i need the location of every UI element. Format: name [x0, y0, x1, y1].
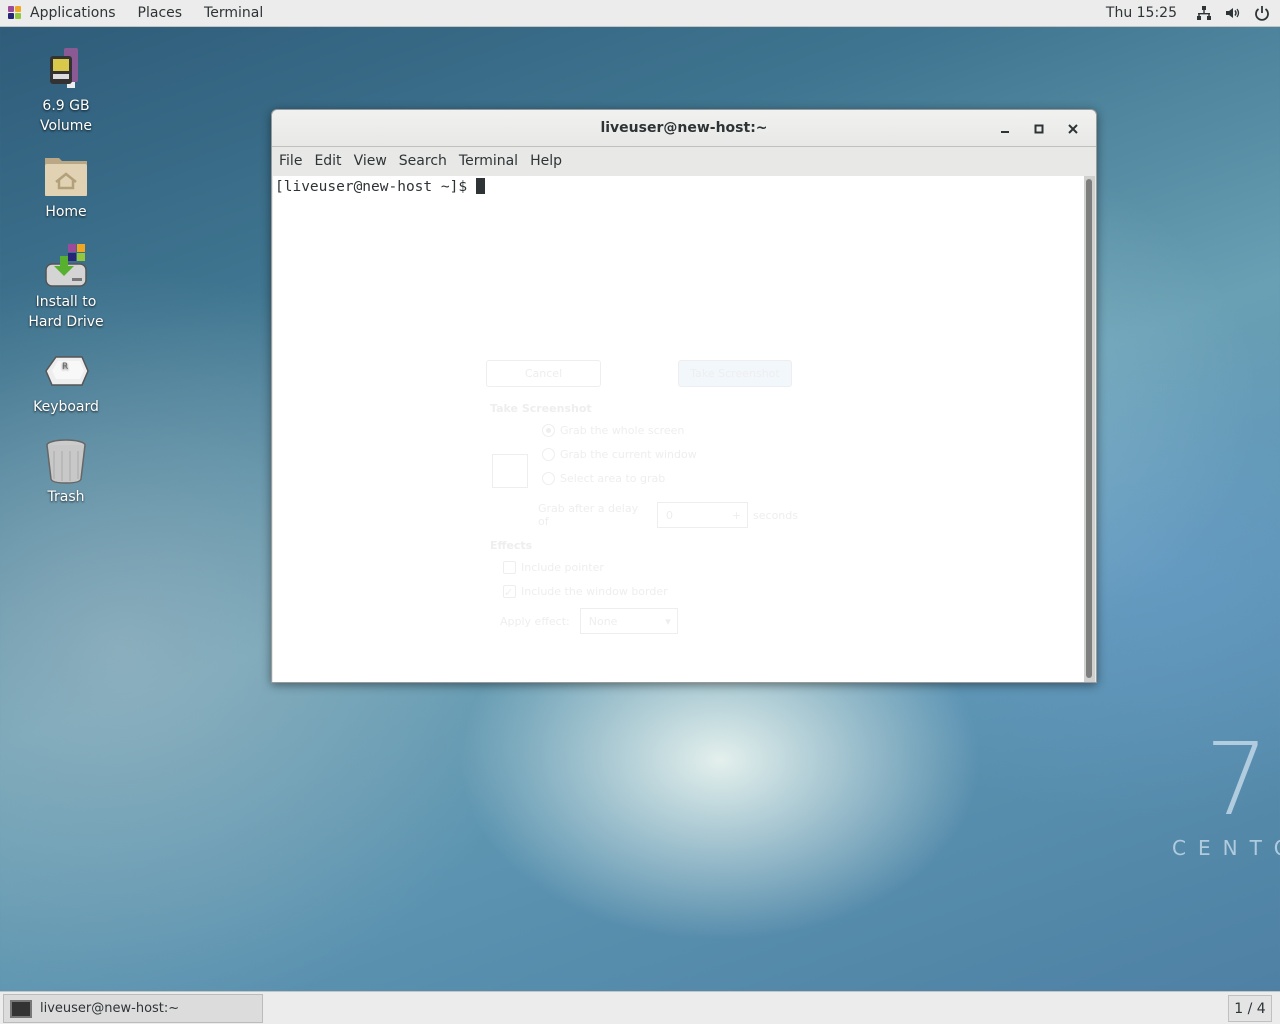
desktop-icon-home[interactable]: Home — [18, 152, 114, 222]
window-menubar: File Edit View Search Terminal Help — [272, 147, 1096, 175]
centos-wordmark: CENTO — [1172, 836, 1280, 860]
menu-file[interactable]: File — [273, 153, 308, 169]
shell-prompt: [liveuser@new-host ~]$ — [275, 179, 476, 195]
taskbar-item-label: liveuser@new-host:~ — [40, 1001, 180, 1016]
volume-icon[interactable] — [1222, 0, 1244, 27]
desktop-icon-label: 6.9 GB Volume — [39, 98, 93, 134]
desktop-icon-keyboard[interactable]: R Keyboard — [18, 347, 114, 417]
delay-value: 0 — [665, 508, 673, 522]
minimize-icon — [1001, 130, 1009, 133]
delay-unit: seconds — [753, 508, 798, 522]
minimize-button[interactable] — [988, 114, 1022, 144]
top-panel: Applications Places Terminal Thu 15:25 — [0, 0, 1280, 27]
checkbox-label: Include pointer — [521, 561, 604, 574]
menu-help[interactable]: Help — [524, 153, 568, 169]
workspace-indicator[interactable]: 1 / 4 — [1228, 995, 1272, 1022]
option-label: Grab the whole screen — [560, 424, 685, 437]
home-folder-icon — [42, 152, 90, 200]
delay-label: Grab after a delay of — [538, 502, 639, 528]
screenshot-app-icon — [492, 454, 528, 488]
take-screenshot-button[interactable]: Take Screenshot — [678, 360, 792, 387]
centos-logo-icon — [8, 6, 22, 20]
screenshot-dialog: Cancel Take Screenshot Take Screenshot G… — [480, 352, 798, 658]
menu-view[interactable]: View — [348, 153, 393, 169]
option-label: Grab the current window — [560, 448, 697, 461]
svg-text:R: R — [62, 362, 68, 372]
delay-spinner[interactable]: 0 + — [656, 502, 749, 528]
desktop-icon-label: Keyboard — [33, 399, 99, 415]
effect-dropdown[interactable]: None ▾ — [579, 608, 678, 634]
maximize-icon — [1034, 124, 1044, 133]
desktop-icon-trash[interactable]: Trash — [18, 437, 114, 507]
terminal-scrollbar[interactable] — [1084, 176, 1095, 682]
menu-terminal[interactable]: Terminal — [453, 153, 524, 169]
keyboard-icon: R — [42, 347, 90, 395]
text-cursor — [475, 178, 485, 194]
effect-value: None — [588, 614, 618, 628]
desktop-icon-label: Home — [45, 204, 87, 220]
menu-search[interactable]: Search — [393, 153, 453, 169]
desktop-icon-volume[interactable]: 6.9 GB Volume — [18, 46, 114, 136]
apply-effect-row: Apply effect: None ▾ — [500, 608, 678, 634]
window-title: liveuser@new-host:~ — [600, 120, 768, 136]
clock[interactable]: Thu 15:25 — [1106, 5, 1193, 21]
option-current-window[interactable]: Grab the current window — [542, 448, 697, 461]
power-icon[interactable] — [1251, 0, 1273, 27]
trash-icon — [42, 437, 90, 485]
window-titlebar[interactable]: liveuser@new-host:~ — [272, 110, 1096, 147]
section-title: Take Screenshot — [490, 402, 592, 415]
terminal-icon — [10, 999, 32, 1018]
increment-icon[interactable]: + — [732, 509, 741, 522]
radio-current-window[interactable] — [542, 448, 555, 461]
desktop-icon-label: Install to Hard Drive — [28, 294, 104, 330]
effects-title: Effects — [490, 539, 533, 552]
include-pointer-option[interactable]: Include pointer — [503, 561, 604, 574]
terminal-app-menu[interactable]: Terminal — [193, 0, 274, 27]
install-drive-icon — [42, 242, 90, 290]
include-border-checkbox[interactable]: ✓ — [503, 585, 516, 599]
cancel-button[interactable]: Cancel — [486, 360, 601, 387]
radio-select-area[interactable] — [542, 472, 555, 485]
usb-drive-icon — [42, 46, 90, 94]
desktop-icon-label: Trash — [47, 489, 85, 505]
apply-effect-label: Apply effect: — [500, 614, 570, 628]
option-label: Select area to grab — [560, 472, 666, 485]
network-icon[interactable] — [1193, 0, 1215, 27]
centos-version-number: 7 — [1205, 721, 1269, 838]
menu-edit[interactable]: Edit — [308, 153, 347, 169]
bottom-panel: liveuser@new-host:~ 1 / 4 — [0, 991, 1280, 1024]
delay-row: Grab after a delay of 0 + seconds — [538, 502, 798, 528]
desktop-icon-install[interactable]: Install to Hard Drive — [18, 242, 114, 332]
include-pointer-checkbox[interactable] — [503, 561, 516, 574]
taskbar-item-terminal[interactable]: liveuser@new-host:~ — [3, 994, 263, 1023]
radio-whole-screen[interactable] — [542, 424, 555, 437]
option-select-area[interactable]: Select area to grab — [542, 472, 665, 485]
scrollbar-thumb[interactable] — [1086, 179, 1092, 678]
include-border-option[interactable]: ✓ Include the window border — [503, 585, 668, 599]
chevron-down-icon: ▾ — [665, 614, 671, 628]
maximize-button[interactable] — [1022, 114, 1056, 144]
applications-menu[interactable]: Applications — [0, 0, 127, 27]
places-menu[interactable]: Places — [127, 0, 194, 27]
close-icon — [1068, 123, 1078, 134]
checkbox-label: Include the window border — [521, 585, 668, 598]
option-whole-screen[interactable]: Grab the whole screen — [542, 424, 684, 437]
applications-label: Applications — [30, 5, 116, 21]
close-button[interactable] — [1056, 114, 1090, 144]
